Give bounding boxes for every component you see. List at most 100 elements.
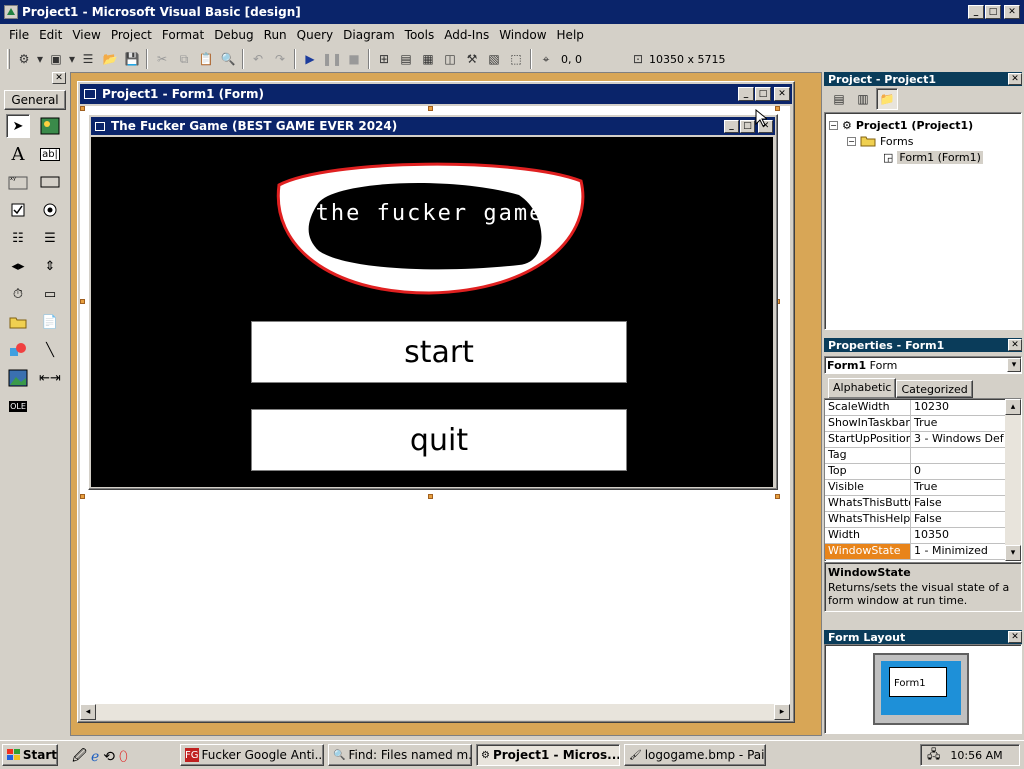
toolbox-icon[interactable]: ⚒: [461, 48, 483, 70]
open-project-icon[interactable]: 📂: [99, 48, 121, 70]
minimize-icon[interactable]: _: [968, 5, 984, 19]
tree-node-form1[interactable]: ◲ Form1 (Form1): [829, 149, 1017, 165]
menu-diagram[interactable]: Diagram: [338, 28, 400, 42]
start-button[interactable]: Start: [2, 744, 58, 766]
save-project-icon[interactable]: 💾: [121, 48, 143, 70]
menu-addins[interactable]: Add-Ins: [439, 28, 494, 42]
property-value[interactable]: 3 - Windows Def: [911, 432, 1005, 447]
internet-explorer-icon[interactable]: ℯ: [91, 749, 99, 765]
filelistbox-icon[interactable]: 📄: [38, 310, 62, 334]
listbox-icon[interactable]: ☰: [38, 226, 62, 250]
image-icon[interactable]: [6, 366, 30, 390]
undo-icon[interactable]: ↶: [247, 48, 269, 70]
tree-node-forms[interactable]: − Forms: [829, 133, 1017, 149]
properties-title-bar[interactable]: Properties - Form1 ✕: [824, 338, 1022, 352]
toggle-folders-icon[interactable]: 📁: [876, 88, 898, 110]
shape-icon[interactable]: [6, 338, 30, 362]
stop-icon[interactable]: ■: [343, 48, 365, 70]
menu-help[interactable]: Help: [552, 28, 589, 42]
form1-layout-preview[interactable]: Form1: [889, 667, 947, 697]
form-designer-title-bar[interactable]: Project1 - Form1 (Form) _ □ ✕: [80, 84, 792, 104]
menu-format[interactable]: Format: [157, 28, 209, 42]
property-value[interactable]: True: [911, 480, 1005, 495]
data-view-icon[interactable]: ▧: [483, 48, 505, 70]
app-title-bar[interactable]: Project1 - Microsoft Visual Basic [desig…: [0, 0, 1024, 24]
form-layout-title-bar[interactable]: Form Layout ✕: [824, 630, 1022, 644]
copy-icon[interactable]: ⧉: [173, 48, 195, 70]
form-layout-icon[interactable]: ▦: [417, 48, 439, 70]
menu-run[interactable]: Run: [259, 28, 292, 42]
close-icon[interactable]: ✕: [1004, 5, 1020, 19]
taskbar-item-3[interactable]: ⚙ Project1 - Micros...: [476, 744, 620, 766]
property-row[interactable]: StartUpPosition 3 - Windows Def: [825, 432, 1005, 448]
component-manager-icon[interactable]: ⬚: [505, 48, 527, 70]
line-icon[interactable]: ╲: [38, 338, 62, 362]
vscrollbar-icon[interactable]: ⇕: [38, 254, 62, 278]
close-icon[interactable]: ✕: [52, 72, 66, 84]
menu-editor-icon[interactable]: ☰: [77, 48, 99, 70]
close-icon[interactable]: ✕: [1008, 73, 1022, 85]
dirlistbox-icon[interactable]: [6, 310, 30, 334]
property-row[interactable]: ScaleWidth 10230: [825, 400, 1005, 416]
property-row[interactable]: WindowState 1 - Minimized: [825, 544, 1005, 560]
checkbox-icon[interactable]: [6, 198, 30, 222]
property-row[interactable]: Tag: [825, 448, 1005, 464]
menu-debug[interactable]: Debug: [209, 28, 258, 42]
maximize-icon[interactable]: □: [755, 87, 771, 101]
add-project-icon[interactable]: ⚙: [13, 48, 35, 70]
project-explorer-title-bar[interactable]: Project - Project1 ✕: [824, 72, 1022, 86]
close-icon[interactable]: ✕: [774, 87, 790, 101]
timer-icon[interactable]: ⏱: [6, 282, 30, 306]
paste-icon[interactable]: 📋: [195, 48, 217, 70]
menu-view[interactable]: View: [67, 28, 105, 42]
dropdown-arrow-icon[interactable]: ▾: [35, 48, 45, 70]
tree-node-project[interactable]: − ⚙ Project1 (Project1): [829, 117, 1017, 133]
property-scrollbar[interactable]: ▴ ▾: [1005, 399, 1021, 561]
properties-window-icon[interactable]: ▤: [395, 48, 417, 70]
textbox-icon[interactable]: ab|: [38, 142, 62, 166]
project-explorer-icon[interactable]: ⊞: [373, 48, 395, 70]
menu-project[interactable]: Project: [106, 28, 157, 42]
property-value[interactable]: False: [911, 496, 1005, 511]
menu-window[interactable]: Window: [494, 28, 551, 42]
drivelistbox-icon[interactable]: ▭: [38, 282, 62, 306]
property-row[interactable]: WhatsThisButtonFalse: [825, 496, 1005, 512]
optionbutton-icon[interactable]: [38, 198, 62, 222]
scroll-left-icon[interactable]: ◂: [80, 704, 96, 720]
property-value[interactable]: 10350: [911, 528, 1005, 543]
start-button[interactable]: start: [251, 321, 627, 383]
toolbox-tab-general[interactable]: General: [4, 90, 66, 110]
maximize-icon[interactable]: □: [985, 5, 1001, 19]
pause-icon[interactable]: ❚❚: [321, 48, 343, 70]
property-value[interactable]: 10230: [911, 400, 1005, 415]
property-row[interactable]: Width 10350: [825, 528, 1005, 544]
tray-icon[interactable]: 🖧: [927, 745, 940, 766]
property-value[interactable]: 1 - Minimized: [911, 544, 1005, 559]
run-icon[interactable]: ▶: [299, 48, 321, 70]
menu-tools[interactable]: Tools: [400, 28, 440, 42]
logo-image[interactable]: [269, 155, 591, 297]
commandbutton-icon[interactable]: [38, 170, 62, 194]
property-row[interactable]: WhatsThisHelp False: [825, 512, 1005, 528]
property-row[interactable]: ShowInTaskbar True: [825, 416, 1005, 432]
dropdown-arrow-icon[interactable]: ▾: [1007, 358, 1021, 372]
property-value[interactable]: True: [911, 416, 1005, 431]
tab-alphabetic[interactable]: Alphabetic: [828, 378, 897, 398]
cut-icon[interactable]: ✂: [151, 48, 173, 70]
taskbar-item-1[interactable]: FG Fucker Google Anti...: [180, 744, 324, 766]
clock[interactable]: 10:56 AM: [950, 749, 1002, 762]
object-browser-icon[interactable]: ◫: [439, 48, 461, 70]
menu-query[interactable]: Query: [292, 28, 338, 42]
tab-categorized[interactable]: Categorized: [896, 380, 973, 398]
hscrollbar-icon[interactable]: ◂▸: [6, 254, 30, 278]
frame-icon[interactable]: xy: [6, 170, 30, 194]
menu-edit[interactable]: Edit: [34, 28, 67, 42]
label-icon[interactable]: A: [6, 142, 30, 166]
dropdown-arrow-icon[interactable]: ▾: [67, 48, 77, 70]
show-desktop-icon[interactable]: 🖉: [72, 745, 87, 769]
scroll-up-icon[interactable]: ▴: [1005, 399, 1021, 415]
scroll-right-icon[interactable]: ▸: [774, 704, 790, 720]
close-icon[interactable]: ✕: [1008, 339, 1022, 351]
toolbar-grip[interactable]: [7, 49, 10, 69]
outlook-icon[interactable]: ⟲: [103, 749, 115, 765]
